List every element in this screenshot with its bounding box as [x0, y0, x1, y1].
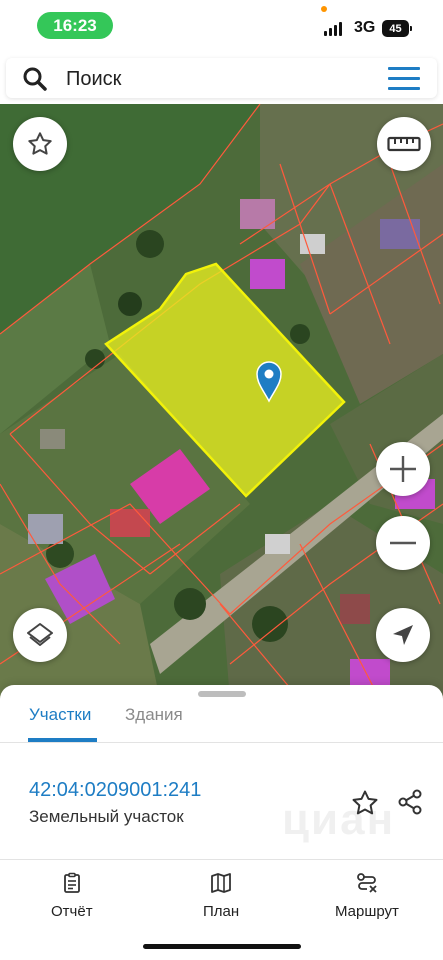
share-button[interactable] [395, 787, 425, 817]
zoom-out-button[interactable] [376, 516, 430, 570]
nav-plan-label: План [203, 903, 240, 920]
layers-icon [27, 623, 53, 646]
map-view[interactable] [0, 104, 443, 700]
navigation-arrow-icon [393, 625, 413, 645]
bottom-sheet: Участки Здания циан 42:04:0209001:241 Зе… [0, 685, 443, 960]
tab-buildings[interactable]: Здания [125, 705, 183, 725]
map-plan-icon [211, 873, 231, 893]
add-favorite-button[interactable] [350, 788, 380, 818]
parcel-type: Земельный участок [29, 807, 184, 826]
search-bar [6, 58, 437, 98]
zoom-in-button[interactable] [376, 442, 430, 496]
favorite-map-button[interactable] [13, 117, 67, 171]
nav-route[interactable]: Маршрут [335, 871, 399, 920]
layers-button[interactable] [13, 608, 67, 662]
satellite-map[interactable] [0, 104, 443, 700]
route-icon [357, 873, 377, 893]
cadastral-number-link[interactable]: 42:04:0209001:241 [29, 779, 201, 802]
status-time: 16:23 [37, 12, 113, 39]
report-icon [63, 872, 80, 893]
privacy-indicator-dot [321, 6, 327, 12]
nav-report-label: Отчёт [51, 903, 93, 920]
home-indicator[interactable] [143, 944, 301, 949]
locate-me-button[interactable] [376, 608, 430, 662]
sheet-drag-handle[interactable] [198, 691, 246, 697]
signal-strength-icon [324, 21, 342, 36]
search-input[interactable] [64, 66, 368, 92]
tabs-divider [0, 742, 443, 743]
sheet-divider [0, 859, 443, 860]
ruler-icon [387, 136, 421, 152]
minus-icon [390, 541, 416, 545]
hamburger-menu-icon[interactable] [388, 67, 420, 91]
status-bar: 16:23 3G 45 [0, 0, 443, 52]
battery-icon: 45 [382, 20, 412, 37]
tab-parcels[interactable]: Участки [29, 705, 91, 725]
battery-level: 45 [389, 22, 402, 35]
nav-route-label: Маршрут [335, 903, 399, 920]
star-icon [28, 132, 52, 155]
measure-button[interactable] [377, 117, 431, 171]
nav-report[interactable]: Отчёт [51, 871, 93, 920]
search-icon[interactable] [22, 66, 48, 92]
network-type: 3G [354, 19, 376, 36]
plus-icon [390, 456, 416, 482]
nav-plan[interactable]: План [203, 871, 239, 920]
